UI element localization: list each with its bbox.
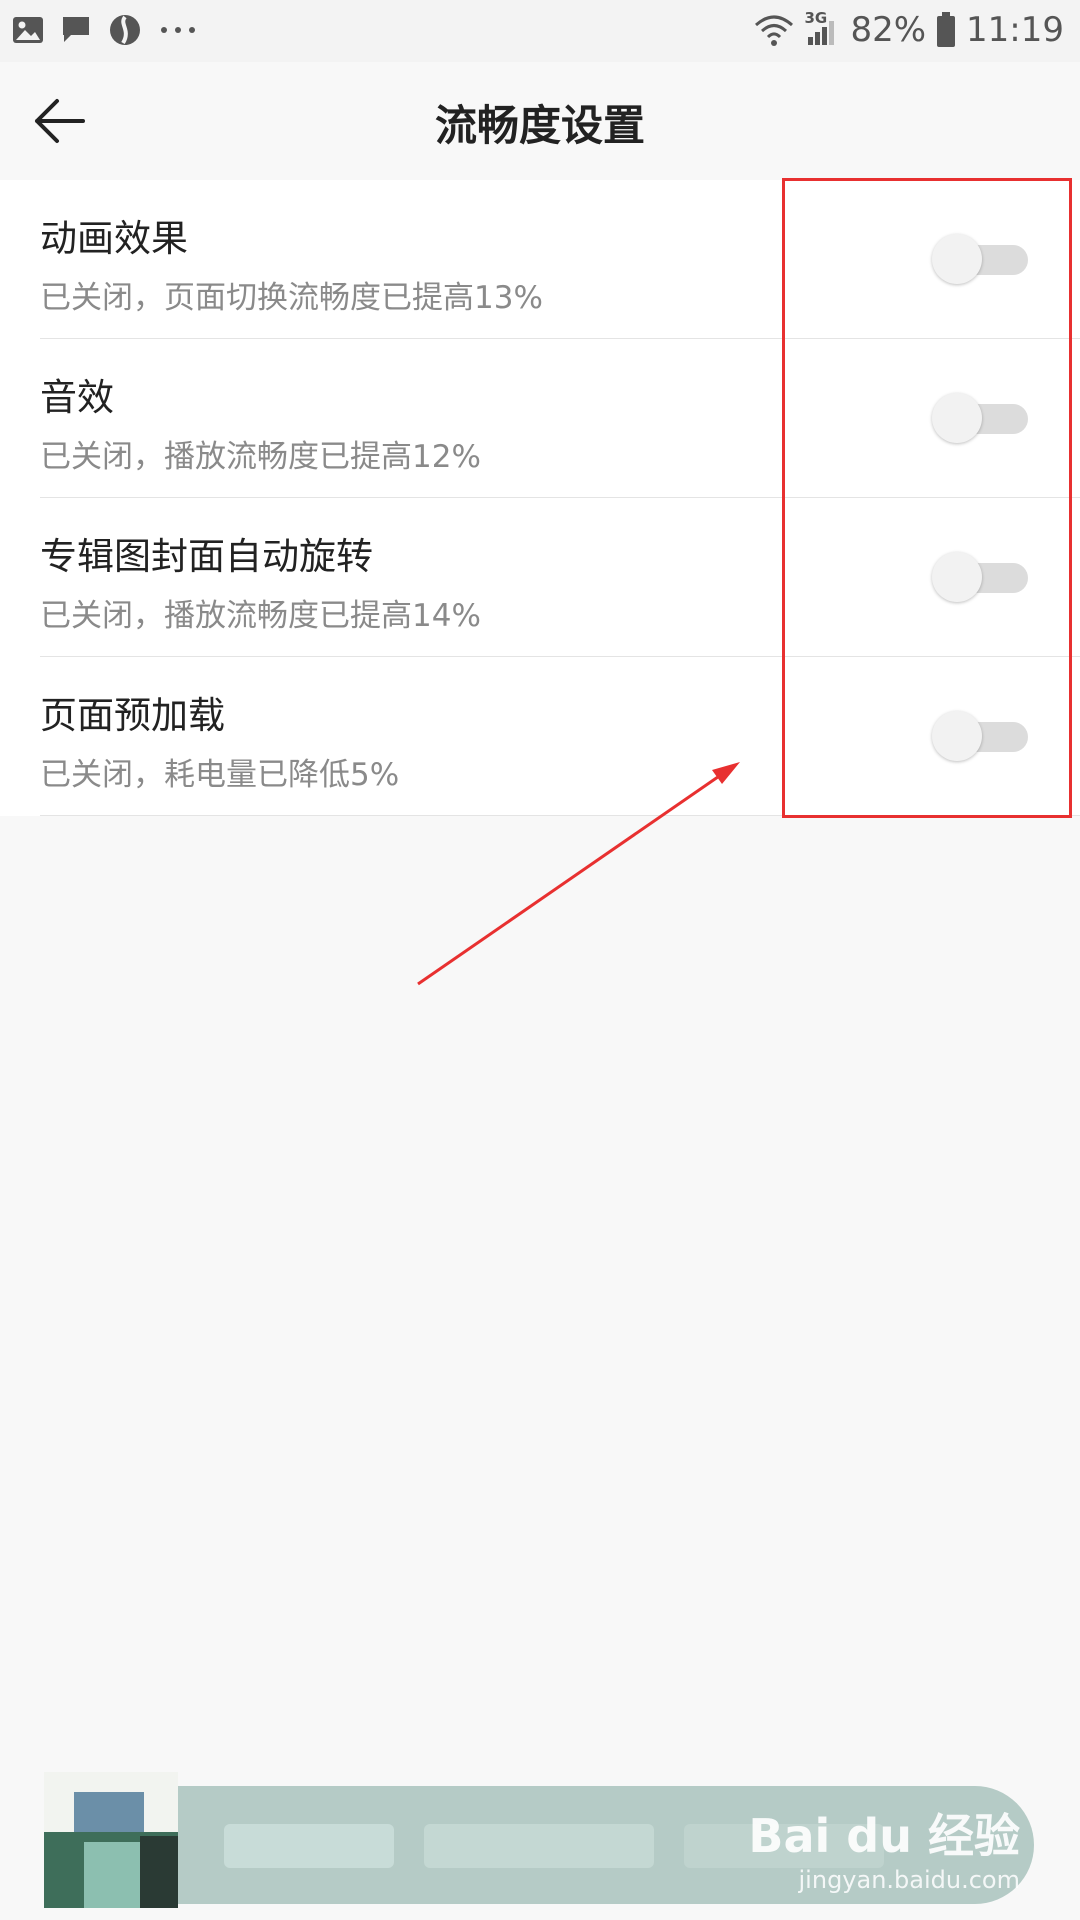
setting-row-album-rotate: 专辑图封面自动旋转 已关闭，播放流畅度已提高14% [40, 498, 1080, 657]
setting-title: 音效 [40, 376, 114, 419]
clock: 11:19 [966, 10, 1064, 50]
message-icon [60, 14, 92, 46]
album-cover-rotate-toggle[interactable] [932, 552, 1028, 602]
battery-percent: 82% [850, 10, 927, 50]
thumbnail-art [140, 1836, 178, 1908]
setting-title: 动画效果 [40, 217, 188, 260]
network-type-label: 3G [804, 9, 828, 27]
header: 流畅度设置 [0, 62, 1080, 180]
setting-row-sound: 音效 已关闭，播放流畅度已提高12% [40, 339, 1080, 498]
status-bar: 3G 82% 11:19 [0, 0, 1080, 62]
toggle-knob [932, 234, 982, 284]
page-preload-toggle[interactable] [932, 711, 1028, 761]
player-blurred-text [424, 1824, 654, 1868]
animation-toggle[interactable] [932, 234, 1028, 284]
battery-icon [936, 12, 956, 48]
setting-description: 已关闭，页面切换流畅度已提高13% [40, 280, 543, 316]
wifi-icon [754, 13, 794, 47]
album-thumbnail[interactable] [44, 1772, 178, 1908]
toggle-knob [932, 393, 982, 443]
baidu-watermark-url: jingyan.baidu.com [798, 1866, 1020, 1894]
setting-description: 已关闭，耗电量已降低5% [40, 757, 400, 793]
setting-title: 专辑图封面自动旋转 [40, 535, 373, 578]
setting-row-animation: 动画效果 已关闭，页面切换流畅度已提高13% [40, 180, 1080, 339]
setting-description: 已关闭，播放流畅度已提高12% [40, 439, 481, 475]
setting-title: 页面预加载 [40, 694, 225, 737]
toggle-knob [932, 711, 982, 761]
more-dots-icon [158, 25, 198, 35]
signal-icon: 3G [804, 9, 840, 47]
setting-description: 已关闭，播放流畅度已提高14% [40, 598, 481, 634]
player-blurred-text [224, 1824, 394, 1868]
thumbnail-art [74, 1792, 144, 1832]
sound-effect-toggle[interactable] [932, 393, 1028, 443]
toggle-knob [932, 552, 982, 602]
gallery-icon [12, 15, 44, 45]
setting-row-preload: 页面预加载 已关闭，耗电量已降低5% [40, 657, 1080, 816]
thumbnail-art [84, 1842, 144, 1908]
browser-icon [108, 13, 142, 47]
settings-list: 动画效果 已关闭，页面切换流畅度已提高13% 音效 已关闭，播放流畅度已提高12… [0, 180, 1080, 816]
page-title: 流畅度设置 [434, 101, 645, 150]
baidu-watermark: Bai du 经验 [748, 1809, 1020, 1863]
